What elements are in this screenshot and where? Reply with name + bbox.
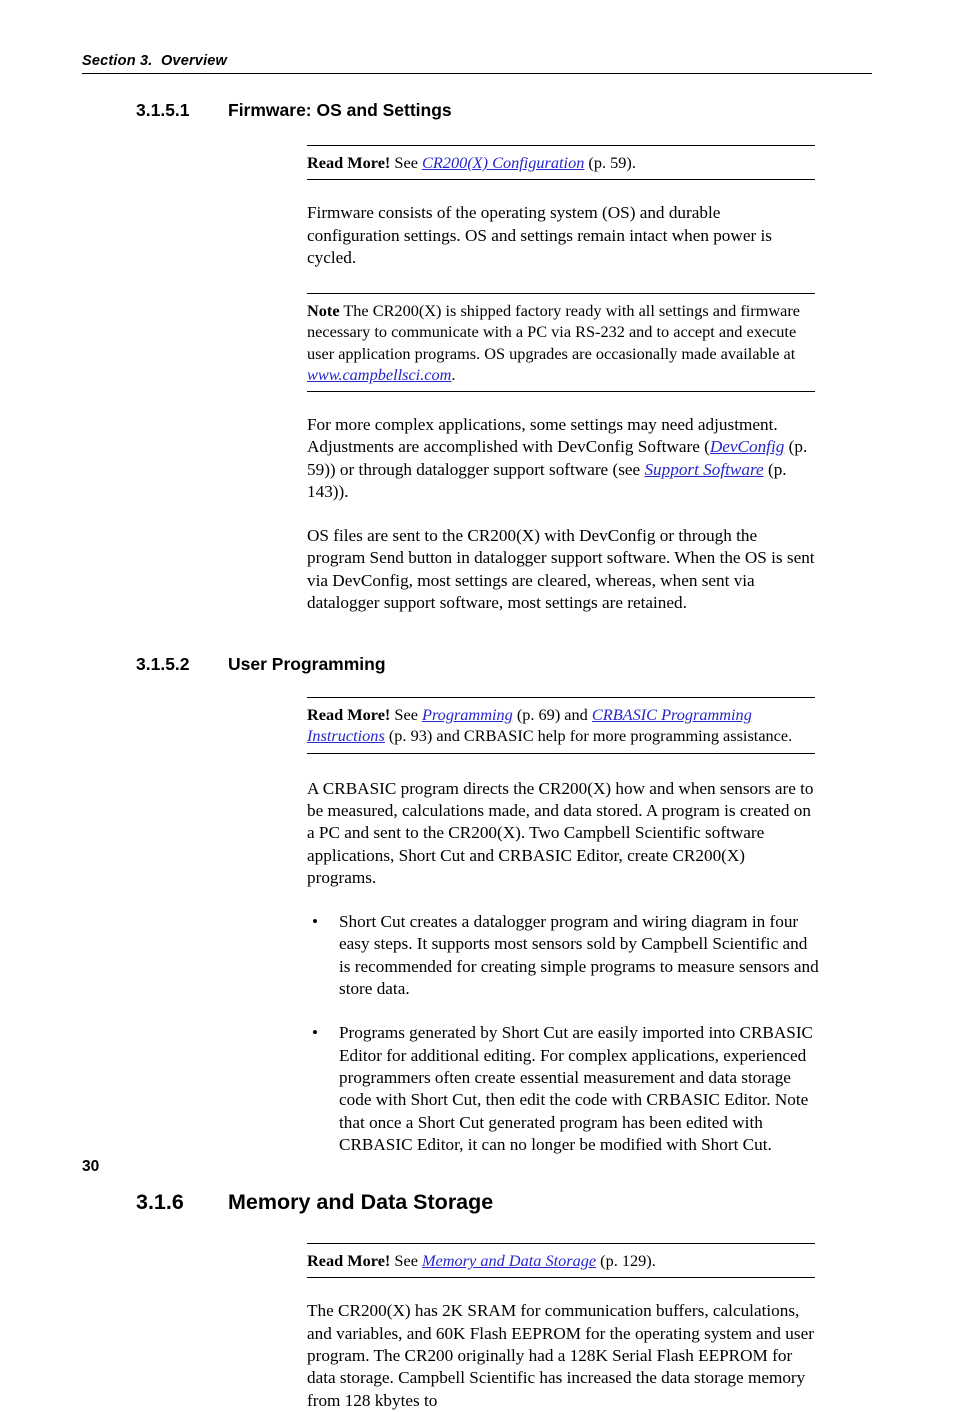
- bullet-list-software-apps: • Short Cut creates a datalogger program…: [307, 911, 819, 1156]
- running-header-text: Section 3. Overview: [82, 53, 228, 69]
- read-more-label: Read More!: [307, 153, 391, 172]
- running-header: Section 3. Overview: [82, 53, 872, 74]
- paragraph-os-files: OS files are sent to the CR200(X) with D…: [307, 526, 815, 612]
- heading-3-1-5-1: 3.1.5.1 Firmware: OS and Settings: [0, 100, 954, 121]
- link-support-software[interactable]: Support Software: [644, 460, 763, 479]
- paragraph-memory-specs-wrap: The CR200(X) has 2K SRAM for communicati…: [307, 1300, 815, 1411]
- read-more-label: Read More!: [307, 705, 391, 725]
- read-more-prefix: See: [390, 153, 422, 172]
- para2-segment-a: For more complex applications, some sett…: [307, 414, 778, 457]
- read-more-suffix: (p. 129).: [596, 1251, 656, 1271]
- link-memory-and-data-storage[interactable]: Memory and Data Storage: [422, 1251, 596, 1270]
- bullet-icon: •: [312, 1023, 319, 1043]
- note-box-3-1-5-1: Note The CR200(X) is shipped factory rea…: [307, 293, 815, 392]
- read-more-text-3-1-6: Read More! See Memory and Data Storage (…: [307, 1250, 815, 1271]
- heading-3-1-6: 3.1.6 Memory and Data Storage: [0, 1190, 954, 1215]
- paragraph-os-files-wrap: OS files are sent to the CR200(X) with D…: [307, 525, 815, 614]
- read-more-text-3-1-5-2: Read More! See Programming (p. 69) and C…: [307, 704, 815, 746]
- heading-3-1-5-2-number: 3.1.5.2: [136, 654, 190, 675]
- document-page: Section 3. Overview 3.1.5.1 Firmware: OS…: [0, 0, 954, 1410]
- link-devconfig[interactable]: DevConfig: [710, 437, 784, 456]
- bullet-icon: •: [312, 912, 319, 932]
- read-more-prefix: See: [390, 705, 422, 725]
- paragraph-complex-applications: For more complex applications, some sett…: [307, 414, 815, 503]
- paragraph-complex-applications-wrap: For more complex applications, some sett…: [307, 414, 815, 503]
- read-more-prefix: See: [390, 1251, 422, 1271]
- list-item: • Programs generated by Short Cut are ea…: [307, 1022, 819, 1156]
- read-more-suffix: (p. 59).: [584, 153, 636, 172]
- list-item-text: Short Cut creates a datalogger program a…: [339, 912, 819, 999]
- note-label: Note: [307, 301, 340, 321]
- paragraph-crbasic-program: A CRBASIC program directs the CR200(X) h…: [307, 778, 814, 887]
- paragraph-memory-specs: The CR200(X) has 2K SRAM for communicati…: [307, 1301, 814, 1410]
- paragraph-crbasic-program-wrap: A CRBASIC program directs the CR200(X) h…: [307, 778, 815, 889]
- note-body-before-link: The CR200(X) is shipped factory ready wi…: [307, 301, 800, 363]
- read-more-box-3-1-5-1: Read More! See CR200(X) Configuration (p…: [307, 145, 815, 181]
- read-more-box-3-1-5-2: Read More! See Programming (p. 69) and C…: [307, 697, 815, 754]
- read-more-label: Read More!: [307, 1251, 391, 1271]
- note-text-3-1-5-1: Note The CR200(X) is shipped factory rea…: [307, 300, 815, 385]
- heading-3-1-6-title: Memory and Data Storage: [228, 1190, 494, 1215]
- read-more-suffix: (p. 93) and CRBASIC help for more progra…: [384, 726, 793, 746]
- heading-3-1-5-1-title: Firmware: OS and Settings: [228, 100, 452, 120]
- link-programming[interactable]: Programming: [422, 705, 513, 724]
- link-campbellsci-website[interactable]: www.campbellsci.com: [307, 365, 451, 384]
- link-cr200x-configuration[interactable]: CR200(X) Configuration: [422, 153, 584, 172]
- note-body-after-link: .: [451, 364, 456, 384]
- list-item: • Short Cut creates a datalogger program…: [307, 911, 819, 1000]
- heading-3-1-6-number: 3.1.6: [136, 1190, 184, 1215]
- header-rule: [82, 73, 872, 74]
- heading-3-1-5-2-title: User Programming: [228, 654, 386, 675]
- paragraph-firmware-consists-wrap: Firmware consists of the operating syste…: [307, 202, 815, 269]
- heading-3-1-5-1-number: 3.1.5.1: [136, 100, 190, 120]
- read-more-middle: (p. 69) and: [512, 705, 592, 725]
- read-more-box-3-1-6: Read More! See Memory and Data Storage (…: [307, 1243, 815, 1279]
- read-more-text-3-1-5-1: Read More! See CR200(X) Configuration (p…: [307, 152, 815, 173]
- heading-3-1-5-2: 3.1.5.2 User Programming: [0, 654, 954, 675]
- page-number: 30: [82, 1158, 100, 1175]
- list-item-text: Programs generated by Short Cut are easi…: [339, 1023, 814, 1154]
- paragraph-firmware-consists: Firmware consists of the operating syste…: [307, 203, 772, 267]
- page-content: 3.1.5.1 Firmware: OS and Settings Read M…: [0, 100, 954, 1412]
